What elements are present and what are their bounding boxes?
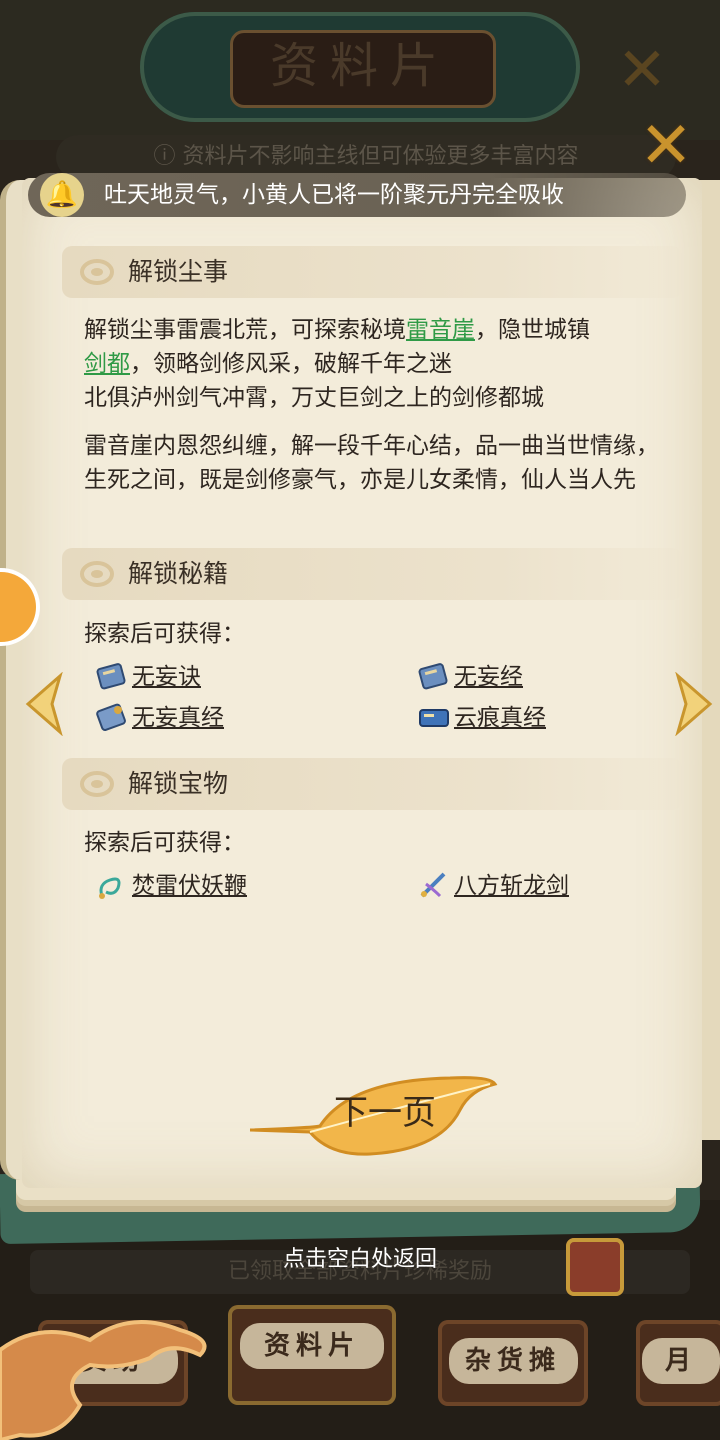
books-subtitle: 探索后可获得： — [84, 621, 245, 647]
bell-icon: 🔔 — [40, 173, 84, 217]
text: 北俱泸州剑气冲霄，万丈巨剑之上的剑修都城 — [84, 385, 544, 411]
sword-icon — [420, 872, 446, 898]
hint-text: 吐天地灵气，小黄人已将一阶聚元丹完全吸收 — [104, 182, 564, 208]
dust-description: 解锁尘事雷震北荒，可探索秘境雷音崖，隐世城镇 剑都，领略剑修风采，破解千年之迷 … — [84, 313, 674, 415]
text: ，领略剑修风采，破解千年之迷 — [130, 351, 452, 377]
cloud-swirl-icon — [80, 259, 114, 285]
section-header-dust: 解锁尘事 — [62, 246, 682, 298]
tab-label: 杂货摊 — [448, 1338, 578, 1384]
text: ，隐世城镇 — [475, 317, 590, 343]
scroll-book-icon — [96, 703, 126, 731]
background-notice-text: 资料片不影响主线但可体验更多丰富内容 — [182, 144, 579, 169]
link-leiyinya[interactable]: 雷音崖 — [406, 317, 475, 343]
item-label: 焚雷伏妖鞭 — [132, 873, 247, 899]
tab-label: 月 — [642, 1338, 720, 1384]
next-page-button[interactable]: 下一页 — [300, 1088, 470, 1138]
section-title: 解锁尘事 — [128, 257, 229, 286]
scroll-book-icon — [419, 709, 449, 727]
dust-story: 雷音崖内恩怨纠缠，解一段千年心结，品一曲当世情缘，生死之间，既是剑修豪气，亦是儿… — [84, 433, 659, 493]
text: 解锁尘事雷震北荒，可探索秘境 — [84, 317, 406, 343]
scroll-book-icon — [418, 663, 448, 690]
previous-arrow-icon[interactable] — [20, 672, 64, 736]
section-header-books: 解锁秘籍 — [62, 548, 682, 600]
item-label: 无妄诀 — [132, 664, 201, 690]
treasures-subtitle: 探索后可获得： — [84, 830, 245, 856]
background-title: 资料片 — [269, 38, 450, 94]
item-label: 八方斩龙剑 — [454, 873, 569, 899]
link-jiandu[interactable]: 剑都 — [84, 351, 130, 377]
tab-label: 资料片 — [239, 1323, 385, 1369]
section-title: 解锁秘籍 — [128, 559, 229, 588]
close-button[interactable]: ✕ — [636, 114, 696, 178]
scroll-book-icon — [96, 663, 126, 690]
background-close-icon: ✕ — [616, 35, 668, 105]
background-tab-expansion: 资料片 — [228, 1305, 396, 1405]
item-label: 无妄经 — [454, 664, 523, 690]
next-arrow-icon[interactable] — [674, 672, 718, 736]
return-hint[interactable]: 点击空白处返回 — [200, 1240, 520, 1280]
gift-box-icon — [566, 1238, 624, 1296]
cloud-decoration-icon — [0, 1320, 207, 1440]
item-label: 无妄真经 — [132, 705, 224, 731]
background-tab-month: 月 — [636, 1320, 720, 1406]
section-title: 解锁宝物 — [128, 769, 229, 798]
background-tab-shop: 杂货摊 — [438, 1320, 588, 1406]
whip-icon — [99, 877, 121, 899]
item-label: 云痕真经 — [454, 705, 546, 731]
cloud-swirl-icon — [80, 561, 114, 587]
section-header-treasures: 解锁宝物 — [62, 758, 682, 810]
cloud-swirl-icon — [80, 771, 114, 797]
